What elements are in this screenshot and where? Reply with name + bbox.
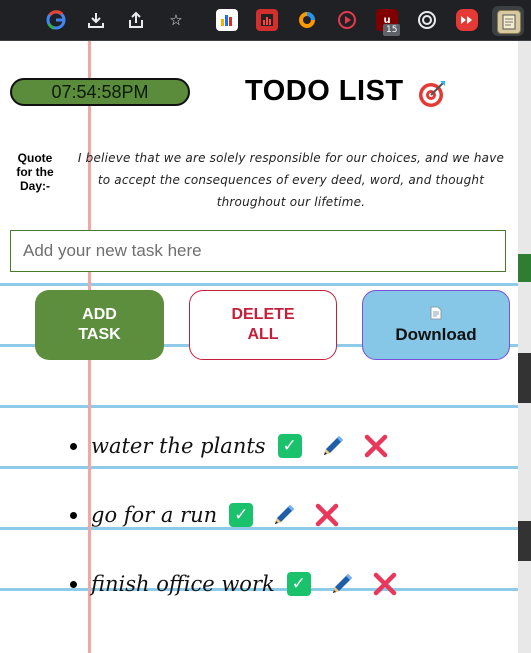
list-item: go for a run ✓: [70, 498, 357, 532]
list-item: water the plants ✓: [70, 429, 406, 463]
new-task-input[interactable]: [10, 230, 506, 272]
edit-pen-icon[interactable]: [329, 571, 355, 597]
page-title: TODO LIST: [245, 75, 404, 107]
ruled-line: [0, 405, 518, 408]
list-item: finish office work ✓: [70, 567, 415, 601]
todo-popup: 07:54:58PM TODO LIST Quote for the Day:-…: [0, 41, 518, 653]
video-extension-icon[interactable]: [456, 9, 478, 31]
bullet: [70, 580, 77, 588]
todo-text: water the plants: [91, 434, 266, 458]
target-extension-icon[interactable]: [416, 9, 438, 31]
edit-pen-icon[interactable]: [320, 433, 346, 459]
background-dark-block: [518, 353, 531, 403]
color-wheel-extension-icon[interactable]: [296, 9, 318, 31]
quote-label: Quote for the Day:-: [16, 151, 54, 193]
play-extension-icon[interactable]: [336, 9, 358, 31]
google-icon[interactable]: [45, 9, 67, 31]
complete-check-icon[interactable]: ✓: [286, 572, 311, 596]
todo-text: finish office work: [91, 572, 275, 596]
quote-text: I believe that we are solely responsible…: [77, 151, 505, 209]
background-dark-block: [518, 521, 531, 561]
star-icon[interactable]: ☆: [165, 9, 187, 31]
add-task-button[interactable]: ADD TASK: [35, 290, 164, 360]
clock-display: 07:54:58PM: [10, 78, 190, 106]
delete-x-icon[interactable]: [315, 503, 339, 527]
share-icon[interactable]: [125, 9, 147, 31]
complete-check-icon[interactable]: ✓: [277, 434, 302, 458]
edit-pen-icon[interactable]: [271, 502, 297, 528]
download-label: Download: [395, 324, 477, 344]
dart-target-icon: [417, 79, 447, 109]
document-icon: [430, 306, 442, 325]
ruled-line: [0, 466, 518, 469]
report-extension-icon[interactable]: [256, 9, 278, 31]
bullet: [70, 511, 77, 519]
download-icon[interactable]: [85, 9, 107, 31]
ruled-line: [0, 283, 518, 286]
extension-count-badge: 15: [383, 24, 401, 36]
bar-chart-extension-icon[interactable]: [216, 9, 238, 31]
complete-check-icon[interactable]: ✓: [229, 503, 254, 527]
browser-toolbar: ☆ u 15: [0, 0, 531, 41]
delete-all-button[interactable]: DELETE ALL: [189, 290, 337, 360]
background-green-tab: [518, 254, 531, 282]
download-button[interactable]: Download: [362, 290, 510, 360]
add-task-label: ADD TASK: [78, 306, 121, 343]
bullet: [70, 442, 77, 450]
notepad-extension-icon[interactable]: [497, 10, 521, 34]
delete-x-icon[interactable]: [364, 434, 388, 458]
todo-text: go for a run: [91, 503, 218, 527]
delete-all-label: DELETE ALL: [231, 306, 295, 343]
background-page-strip: [518, 41, 531, 653]
delete-x-icon[interactable]: [373, 572, 397, 596]
